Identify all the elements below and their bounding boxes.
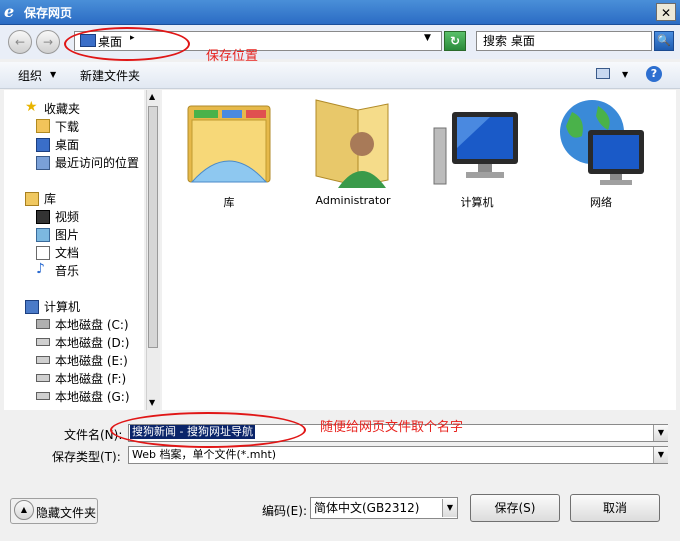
search-icon[interactable]: 🔍 <box>654 31 674 51</box>
sidebar-item-videos[interactable]: 视频 <box>55 208 79 225</box>
network-globe-icon[interactable] <box>552 96 648 188</box>
refresh-button[interactable]: ↻ <box>444 31 466 51</box>
address-dropdown-icon[interactable]: ▼ <box>424 33 431 43</box>
back-button[interactable]: ← <box>8 30 32 54</box>
window-title: 保存网页 <box>24 6 73 20</box>
filename-dropdown-icon[interactable]: ▼ <box>653 425 668 441</box>
filetype-select[interactable]: Web 档案，单个文件(*.mht) <box>128 446 668 464</box>
sidebar-item-music[interactable]: 音乐 <box>55 262 79 279</box>
scroll-down-icon[interactable]: ▼ <box>149 398 155 407</box>
encoding-select[interactable]: 简体中文(GB2312) <box>310 497 458 519</box>
view-icon[interactable] <box>596 68 610 79</box>
filename-highlight-ellipse <box>110 412 306 448</box>
recent-places-icon <box>36 156 50 170</box>
content-item-administrator[interactable]: Administrator <box>298 194 408 207</box>
library-folder-icon[interactable] <box>186 100 272 188</box>
sidebar-item-drive-e[interactable]: 本地磁盘 (E:) <box>55 352 128 369</box>
sidebar-item-drive-g[interactable]: 本地磁盘 (G:) <box>55 388 130 405</box>
search-input[interactable]: 搜索 桌面 <box>476 31 652 51</box>
title-bar <box>0 0 680 25</box>
hide-folders-label[interactable]: 隐藏文件夹 <box>36 504 96 521</box>
sidebar-item-pictures[interactable]: 图片 <box>55 226 79 243</box>
computer-header[interactable]: 计算机 <box>44 298 80 315</box>
computer-icon <box>25 300 39 314</box>
document-icon <box>36 246 50 260</box>
save-button[interactable]: 保存(S) <box>470 494 560 522</box>
drive-icon <box>36 356 50 364</box>
view-dropdown-icon[interactable]: ▼ <box>622 70 628 79</box>
save-location-annotation: 保存位置 <box>206 49 259 64</box>
sidebar-item-drive-f[interactable]: 本地磁盘 (F:) <box>55 370 126 387</box>
desktop-icon <box>36 138 50 152</box>
encoding-label: 编码(E): <box>262 504 307 518</box>
content-item-network[interactable]: 网络 <box>546 194 656 210</box>
library-icon <box>25 192 39 206</box>
sidebar-item-desktop[interactable]: 桌面 <box>55 136 79 153</box>
encoding-dropdown-icon[interactable]: ▼ <box>442 499 457 517</box>
music-icon: ♪ <box>36 261 45 277</box>
favorites-header[interactable]: 收藏夹 <box>44 100 80 117</box>
drive-icon <box>36 392 50 400</box>
forward-button[interactable]: → <box>36 30 60 54</box>
filetype-label: 保存类型(T): <box>52 450 121 464</box>
scrollbar-thumb[interactable] <box>148 106 158 348</box>
sidebar-item-drive-d[interactable]: 本地磁盘 (D:) <box>55 334 129 351</box>
sidebar-item-documents[interactable]: 文档 <box>55 244 79 261</box>
new-folder-button[interactable]: 新建文件夹 <box>80 67 140 84</box>
content-item-computer[interactable]: 计算机 <box>422 194 532 210</box>
cancel-button[interactable]: 取消 <box>570 494 660 522</box>
libraries-header[interactable]: 库 <box>44 190 56 207</box>
picture-icon <box>36 228 50 242</box>
drive-icon <box>36 338 50 346</box>
help-icon[interactable]: ? <box>646 66 662 82</box>
sidebar-item-drive-c[interactable]: 本地磁盘 (C:) <box>55 316 129 333</box>
content-item-libraries[interactable]: 库 <box>174 194 284 210</box>
ie-logo-icon: e <box>4 2 15 21</box>
drive-icon <box>36 374 50 382</box>
filetype-dropdown-icon[interactable]: ▼ <box>653 447 668 463</box>
close-button[interactable]: ✕ <box>656 3 676 21</box>
downloads-icon <box>36 119 50 133</box>
computer-icon[interactable] <box>430 108 520 186</box>
scroll-up-icon[interactable]: ▲ <box>149 92 155 101</box>
sidebar-item-recent[interactable]: 最近访问的位置 <box>55 154 139 171</box>
user-folder-icon[interactable] <box>312 96 392 190</box>
star-icon: ★ <box>25 99 38 115</box>
system-drive-icon <box>36 319 50 329</box>
filename-hint-annotation: 随便给网页文件取个名字 <box>320 420 464 435</box>
location-highlight-ellipse <box>64 27 190 61</box>
organize-dropdown-icon[interactable]: ▼ <box>50 70 56 79</box>
sidebar-item-downloads[interactable]: 下载 <box>55 118 79 135</box>
video-icon <box>36 210 50 224</box>
organize-button[interactable]: 组织 <box>18 67 42 84</box>
